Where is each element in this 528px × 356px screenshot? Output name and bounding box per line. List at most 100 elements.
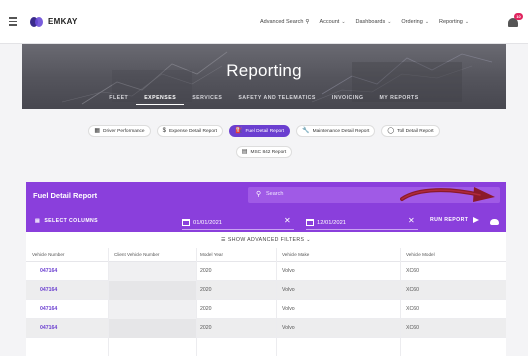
vehicle-model-cell: XC60: [406, 287, 419, 293]
chip-msc-842-report[interactable]: ▤ MSC 842 Report: [235, 146, 293, 158]
table-row[interactable]: 047164 2020 Volvo XC60: [26, 262, 506, 281]
clear-start-date-icon[interactable]: ✕: [284, 216, 291, 225]
nav-advanced-search[interactable]: Advanced Search ⚲: [260, 19, 309, 25]
table-header: Vehicle Number Client Vehicle Number Mod…: [26, 248, 506, 262]
run-report-button[interactable]: RUN REPORT: [430, 217, 480, 223]
calendar-icon: [306, 219, 314, 226]
model-year-cell: 2020: [200, 325, 212, 331]
id-card-icon: ▦: [94, 128, 101, 134]
column-divider: [400, 248, 401, 356]
chip-expense-detail-report[interactable]: $ Expense Detail Report: [156, 125, 223, 137]
tab-fleet[interactable]: FLEET: [101, 93, 136, 105]
columns-icon: ▤: [35, 218, 41, 224]
start-date-underline: [182, 229, 294, 230]
chevron-down-icon: ⌄: [341, 19, 346, 25]
client-column-shade: [108, 262, 196, 281]
tab-invoicing[interactable]: INVOICING: [324, 93, 372, 105]
search-icon: ⚲: [305, 19, 310, 25]
nav-advanced-search-label: Advanced Search: [260, 19, 304, 25]
clear-end-date-icon[interactable]: ✕: [408, 216, 415, 225]
brand-logo[interactable]: EMKAY: [30, 16, 78, 27]
nav-account-label: Account: [319, 19, 340, 25]
search-icon: ⚲: [256, 191, 262, 198]
column-divider: [276, 248, 277, 356]
chip-label: MSC 842 Report: [250, 149, 287, 155]
vehicle-number-link[interactable]: 047164: [40, 287, 57, 293]
column-header-model-year[interactable]: Model Year: [200, 252, 223, 257]
nav-ordering[interactable]: Ordering ⌄: [401, 19, 429, 25]
page-title: Reporting: [226, 61, 302, 80]
column-header-vehicle-model[interactable]: Vehicle Model: [406, 252, 435, 257]
model-year-cell: 2020: [200, 287, 212, 293]
nav-account[interactable]: Account ⌄: [319, 19, 345, 25]
column-divider: [196, 248, 197, 356]
column-divider: [108, 248, 109, 356]
vehicle-model-cell: XC60: [406, 268, 419, 274]
vehicle-make-cell: Volvo: [282, 268, 295, 274]
annotation-arrow-icon: [400, 187, 495, 202]
column-header-vehicle-number[interactable]: Vehicle Number: [32, 252, 64, 257]
chevron-down-icon: ⌄: [464, 19, 470, 25]
chip-fuel-detail-report[interactable]: ⛽ Fuel Detail Report: [228, 125, 291, 137]
advanced-filters-label: SHOW ADVANCED FILTERS: [227, 237, 305, 243]
chip-toll-detail-report[interactable]: ◯ Toll Detail Report: [381, 125, 440, 137]
vehicle-make-cell: Volvo: [282, 325, 295, 331]
vehicle-model-cell: XC60: [406, 325, 419, 331]
chip-label: Maintenance Detail Report: [312, 128, 370, 134]
end-date-field[interactable]: 12/01/2021: [306, 217, 346, 228]
wrench-icon: 🔧: [302, 128, 310, 134]
tab-safety-and-telematics[interactable]: SAFETY AND TELEMATICS: [230, 93, 324, 105]
start-date-field[interactable]: 01/01/2021: [182, 217, 222, 228]
search-placeholder: Search: [266, 191, 284, 197]
calendar-icon: [182, 219, 190, 226]
client-column-shade: [108, 300, 196, 319]
vehicle-model-cell: XC60: [406, 306, 419, 312]
column-header-vehicle-make[interactable]: Vehicle Make: [282, 252, 309, 257]
filter-icon: ☰: [220, 237, 227, 243]
column-header-client-vehicle-number[interactable]: Client Vehicle Number: [114, 252, 159, 257]
download-cloud-button[interactable]: [484, 214, 504, 230]
vehicle-make-cell: Volvo: [282, 287, 295, 293]
tab-expenses[interactable]: EXPENSES: [136, 93, 185, 105]
chip-label: Expense Detail Report: [168, 128, 217, 134]
client-column-shade: [108, 319, 196, 338]
report-category-tabs: FLEET EXPENSES SERVICES SAFETY AND TELEM…: [22, 93, 506, 105]
chip-label: Fuel Detail Report: [245, 128, 285, 134]
chevron-down-icon: ⌄: [387, 19, 392, 25]
chip-driver-performance[interactable]: ▦ Driver Performance: [88, 125, 151, 137]
tab-services[interactable]: SERVICES: [184, 93, 230, 105]
select-columns-button[interactable]: ▤ SELECT COLUMNS: [35, 218, 98, 224]
notifications-bell-icon[interactable]: 10: [506, 12, 523, 30]
table-row[interactable]: 047164 2020 Volvo XC60: [26, 300, 506, 319]
table-row[interactable]: 047164 2020 Volvo XC60: [26, 319, 506, 338]
chip-label: Toll Detail Report: [397, 128, 434, 134]
reporting-hero-banner: Reporting FLEET EXPENSES SERVICES SAFETY…: [22, 44, 506, 109]
vehicle-number-link[interactable]: 047164: [40, 306, 57, 312]
start-date-value: 01/01/2021: [193, 219, 223, 226]
report-toolbar: Fuel Detail Report ⚲ Search ▤ SELECT COL…: [26, 182, 506, 232]
top-navigation-bar: EMKAY Advanced Search ⚲ Account ⌄ Dashbo…: [0, 0, 528, 44]
nav-dashboards[interactable]: Dashboards ⌄: [356, 19, 392, 25]
chip-label: Driver Performance: [103, 128, 145, 134]
end-date-value: 12/01/2021: [317, 219, 347, 226]
chip-maintenance-detail-report[interactable]: 🔧 Maintenance Detail Report: [296, 125, 376, 137]
fuel-detail-report-panel: Fuel Detail Report ⚲ Search ▤ SELECT COL…: [26, 182, 506, 356]
end-date-underline: [306, 229, 418, 230]
fuel-pump-icon: ⛽: [234, 128, 243, 134]
report-chip-list: ▦ Driver Performance $ Expense Detail Re…: [0, 125, 528, 137]
nav-reporting[interactable]: Reporting ⌄: [439, 19, 469, 25]
report-chip-list-row2: ▤ MSC 842 Report: [0, 146, 528, 158]
vehicle-number-link[interactable]: 047164: [40, 268, 57, 274]
model-year-cell: 2020: [200, 306, 212, 312]
report-title: Fuel Detail Report: [33, 191, 98, 200]
menu-icon[interactable]: [2, 0, 24, 44]
nav-dashboards-label: Dashboards: [355, 19, 386, 25]
vehicle-number-link[interactable]: 047164: [40, 325, 57, 331]
run-report-label: RUN REPORT: [430, 217, 469, 223]
table-row[interactable]: 047164 2020 Volvo XC60: [26, 281, 506, 300]
tab-my-reports[interactable]: MY REPORTS: [371, 93, 426, 105]
show-advanced-filters-toggle[interactable]: ☰ SHOW ADVANCED FILTERS ⌄: [26, 237, 506, 243]
notification-badge: 10: [514, 13, 523, 20]
client-column-shade: [108, 281, 196, 300]
nav-reporting-label: Reporting: [439, 19, 463, 25]
